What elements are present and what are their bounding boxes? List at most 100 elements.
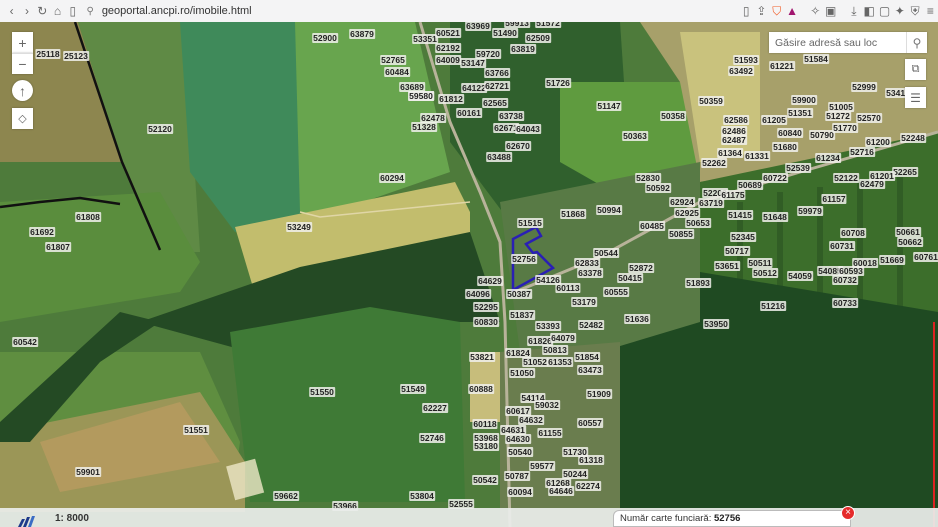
parcel-label[interactable]: 54059 [787,271,813,281]
parcel-label[interactable]: 60732 [832,275,858,285]
parcel-label[interactable]: 51490 [492,28,518,38]
parcel-label[interactable]: 64646 [548,486,574,496]
parcel-label[interactable]: 63719 [698,198,724,208]
search-input[interactable]: Găsire adresă sau loc [769,37,906,49]
close-icon[interactable]: × [841,506,855,520]
parcel-label[interactable]: 61692 [29,227,55,237]
parcel-label[interactable]: 51052 [522,357,548,367]
wallet-icon[interactable]: ▢ [877,2,892,20]
parcel-label[interactable]: 61157 [821,194,847,204]
parcel-label[interactable]: 51572 [535,22,561,28]
share-icon[interactable]: ⇪ [754,2,769,20]
parcel-label[interactable]: 52830 [635,173,661,183]
parcel-label[interactable]: 52756 [511,254,537,264]
parcel-label[interactable]: 51770 [832,123,858,133]
parcel-label[interactable]: 62721 [484,81,510,91]
parcel-label[interactable]: 64630 [505,434,531,444]
parcel-label[interactable]: 52120 [147,124,173,134]
parcel-label[interactable]: 59032 [534,400,560,410]
parcel-label[interactable]: 53950 [703,319,729,329]
parcel-label[interactable]: 63492 [728,66,754,76]
parcel-label[interactable]: 51515 [517,218,543,228]
parcel-label[interactable]: 59900 [791,95,817,105]
parcel-label[interactable]: 50790 [809,130,835,140]
parcel-label[interactable]: 63969 [465,22,491,31]
parcel-label[interactable]: 60484 [384,67,410,77]
parcel-label[interactable]: 53804 [409,491,435,501]
parcel-label[interactable]: 53821 [469,352,495,362]
parcel-label[interactable]: 60733 [832,298,858,308]
parcel-label[interactable]: 59580 [408,91,434,101]
parcel-label[interactable]: 62227 [422,403,448,413]
parcel-label[interactable]: 64632 [518,415,544,425]
parcel-label[interactable]: 60555 [603,287,629,297]
brave-rewards-icon[interactable]: ▲ [784,2,799,20]
parcel-label[interactable]: 61175 [720,190,746,200]
parcel-label[interactable]: 51868 [560,209,586,219]
parcel-label[interactable]: 62586 [723,115,749,125]
compass-north-button[interactable]: ↑ [12,80,33,101]
parcel-label[interactable]: 61234 [815,153,841,163]
download-icon[interactable]: ⤓ [846,2,861,20]
parcel-label[interactable]: 51549 [400,384,426,394]
parcel-label[interactable]: 51584 [803,54,829,64]
parcel-label[interactable]: 60118 [472,419,498,429]
parcel-label[interactable]: 51669 [879,255,905,265]
parcel-label[interactable]: 62274 [575,481,601,491]
map-view[interactable]: 25118 25123 52900 63879 53351 60521 63969 51490… [0,22,938,527]
parcel-label[interactable]: 51726 [545,78,571,88]
parcel-label[interactable]: 51648 [762,212,788,222]
basemap-gallery-button[interactable]: ⧉ [905,59,926,80]
parcel-label[interactable]: 53393 [535,321,561,331]
parcel-label[interactable]: 52248 [900,133,926,143]
address-bar[interactable]: ⚲ geoportal.ancpi.ro/imobile.html [86,2,646,20]
parcel-label[interactable]: 64629 [477,276,503,286]
parcel-label[interactable]: 60708 [840,228,866,238]
parcel-label[interactable]: 61200 [865,137,891,147]
parcel-label[interactable]: 51050 [509,368,535,378]
parcel-label[interactable]: 51893 [685,278,711,288]
leo-icon[interactable]: ✦ [892,2,907,20]
parcel-label[interactable]: 51272 [825,111,851,121]
parcel-label[interactable]: 61364 [717,148,743,158]
parcel-label[interactable]: 60761 [913,252,938,262]
parcel-label[interactable]: 53179 [571,297,597,307]
parcel-label[interactable]: 50787 [504,471,530,481]
parcel-label[interactable]: 63488 [486,152,512,162]
parcel-label[interactable]: 64079 [550,333,576,343]
parcel-label[interactable]: 60161 [456,108,482,118]
zoom-in-button[interactable]: + [12,32,33,53]
parcel-label[interactable]: 50813 [542,345,568,355]
parcel-label[interactable]: 51328 [411,122,437,132]
vpn-icon[interactable]: ⛨ [907,2,922,20]
parcel-label[interactable]: 51351 [787,108,813,118]
parcel-label[interactable]: 52345 [730,232,756,242]
parcel-label[interactable]: 50544 [593,248,619,258]
parcel-label[interactable]: 53249 [286,222,312,232]
site-info-icon[interactable]: ⚲ [86,6,93,17]
parcel-label[interactable]: 50512 [752,268,778,278]
reload-icon[interactable]: ↻ [35,2,50,20]
bookmark-icon[interactable]: ▯ [65,2,80,20]
parcel-label[interactable]: 51909 [586,389,612,399]
reader-icon[interactable]: ▯ [738,2,753,20]
parcel-label[interactable]: 53180 [473,441,499,451]
parcel-label[interactable]: 52746 [419,433,445,443]
parcel-label[interactable]: 62487 [721,135,747,145]
parcel-label[interactable]: 60722 [762,173,788,183]
parcel-label[interactable]: 64122 [461,83,487,93]
parcel-label[interactable]: 60557 [577,418,603,428]
parcel-label[interactable]: 62479 [859,179,885,189]
parcel-label[interactable]: 59577 [529,461,555,471]
parcel-label[interactable]: 62670 [505,141,531,151]
parcel-label[interactable]: 51837 [509,310,535,320]
parcel-label[interactable]: 60731 [829,241,855,251]
parcel-label[interactable]: 52999 [851,82,877,92]
parcel-label[interactable]: 63766 [484,68,510,78]
parcel-label[interactable]: 61807 [45,242,71,252]
forward-icon[interactable]: › [19,2,34,20]
parcel-label[interactable]: 59913 [504,22,530,28]
parcel-label[interactable]: 60521 [435,28,461,38]
parcel-label[interactable]: 52539 [785,163,811,173]
parcel-label[interactable]: 50542 [472,475,498,485]
